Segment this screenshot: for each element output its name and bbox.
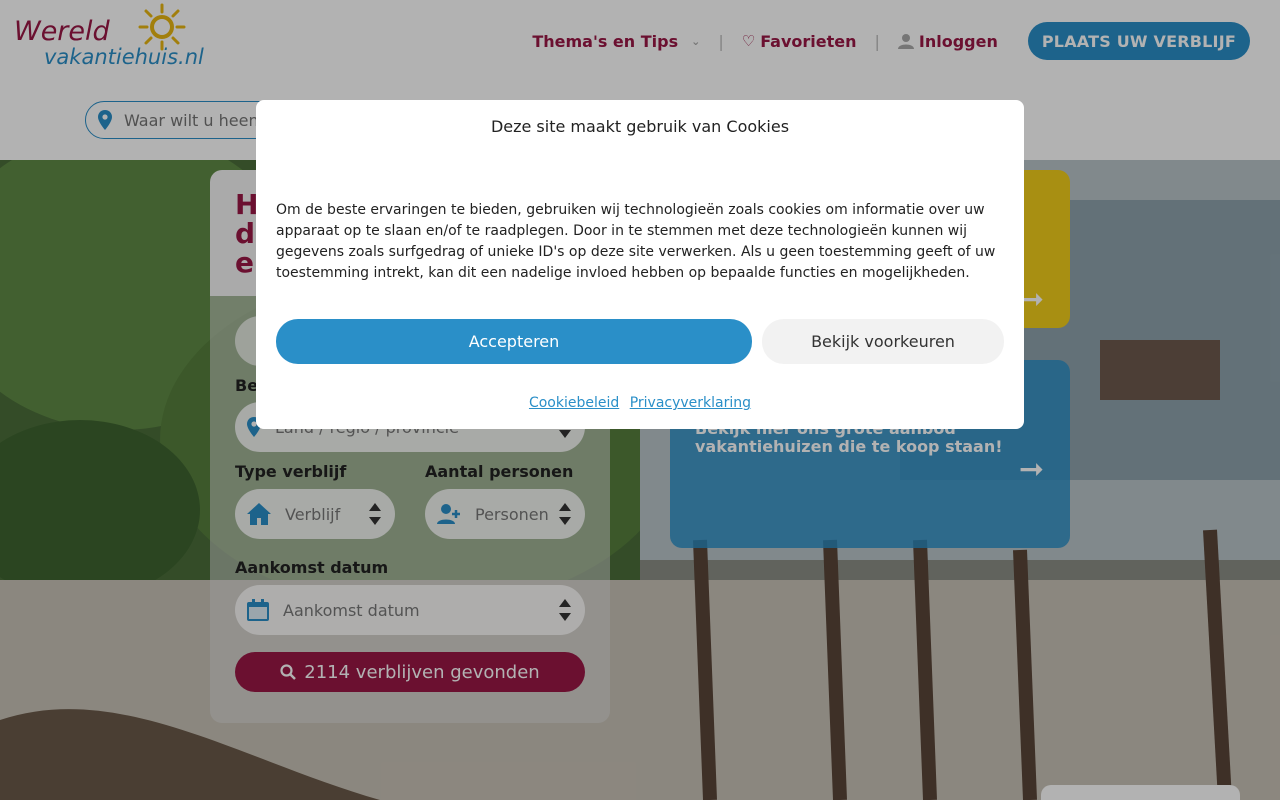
cookie-consent-dialog: Deze site maakt gebruik van Cookies Om d… — [256, 100, 1024, 429]
privacy-statement-link[interactable]: Privacyverklaring — [630, 395, 751, 411]
accept-cookies-button[interactable]: Accepteren — [276, 319, 752, 364]
cookie-policy-link[interactable]: Cookiebeleid — [529, 395, 619, 411]
cookie-title: Deze site maakt gebruik van Cookies — [490, 117, 790, 136]
view-preferences-button[interactable]: Bekijk voorkeuren — [762, 319, 1004, 364]
cookie-body: Om de beste ervaringen te bieden, gebrui… — [276, 202, 996, 281]
